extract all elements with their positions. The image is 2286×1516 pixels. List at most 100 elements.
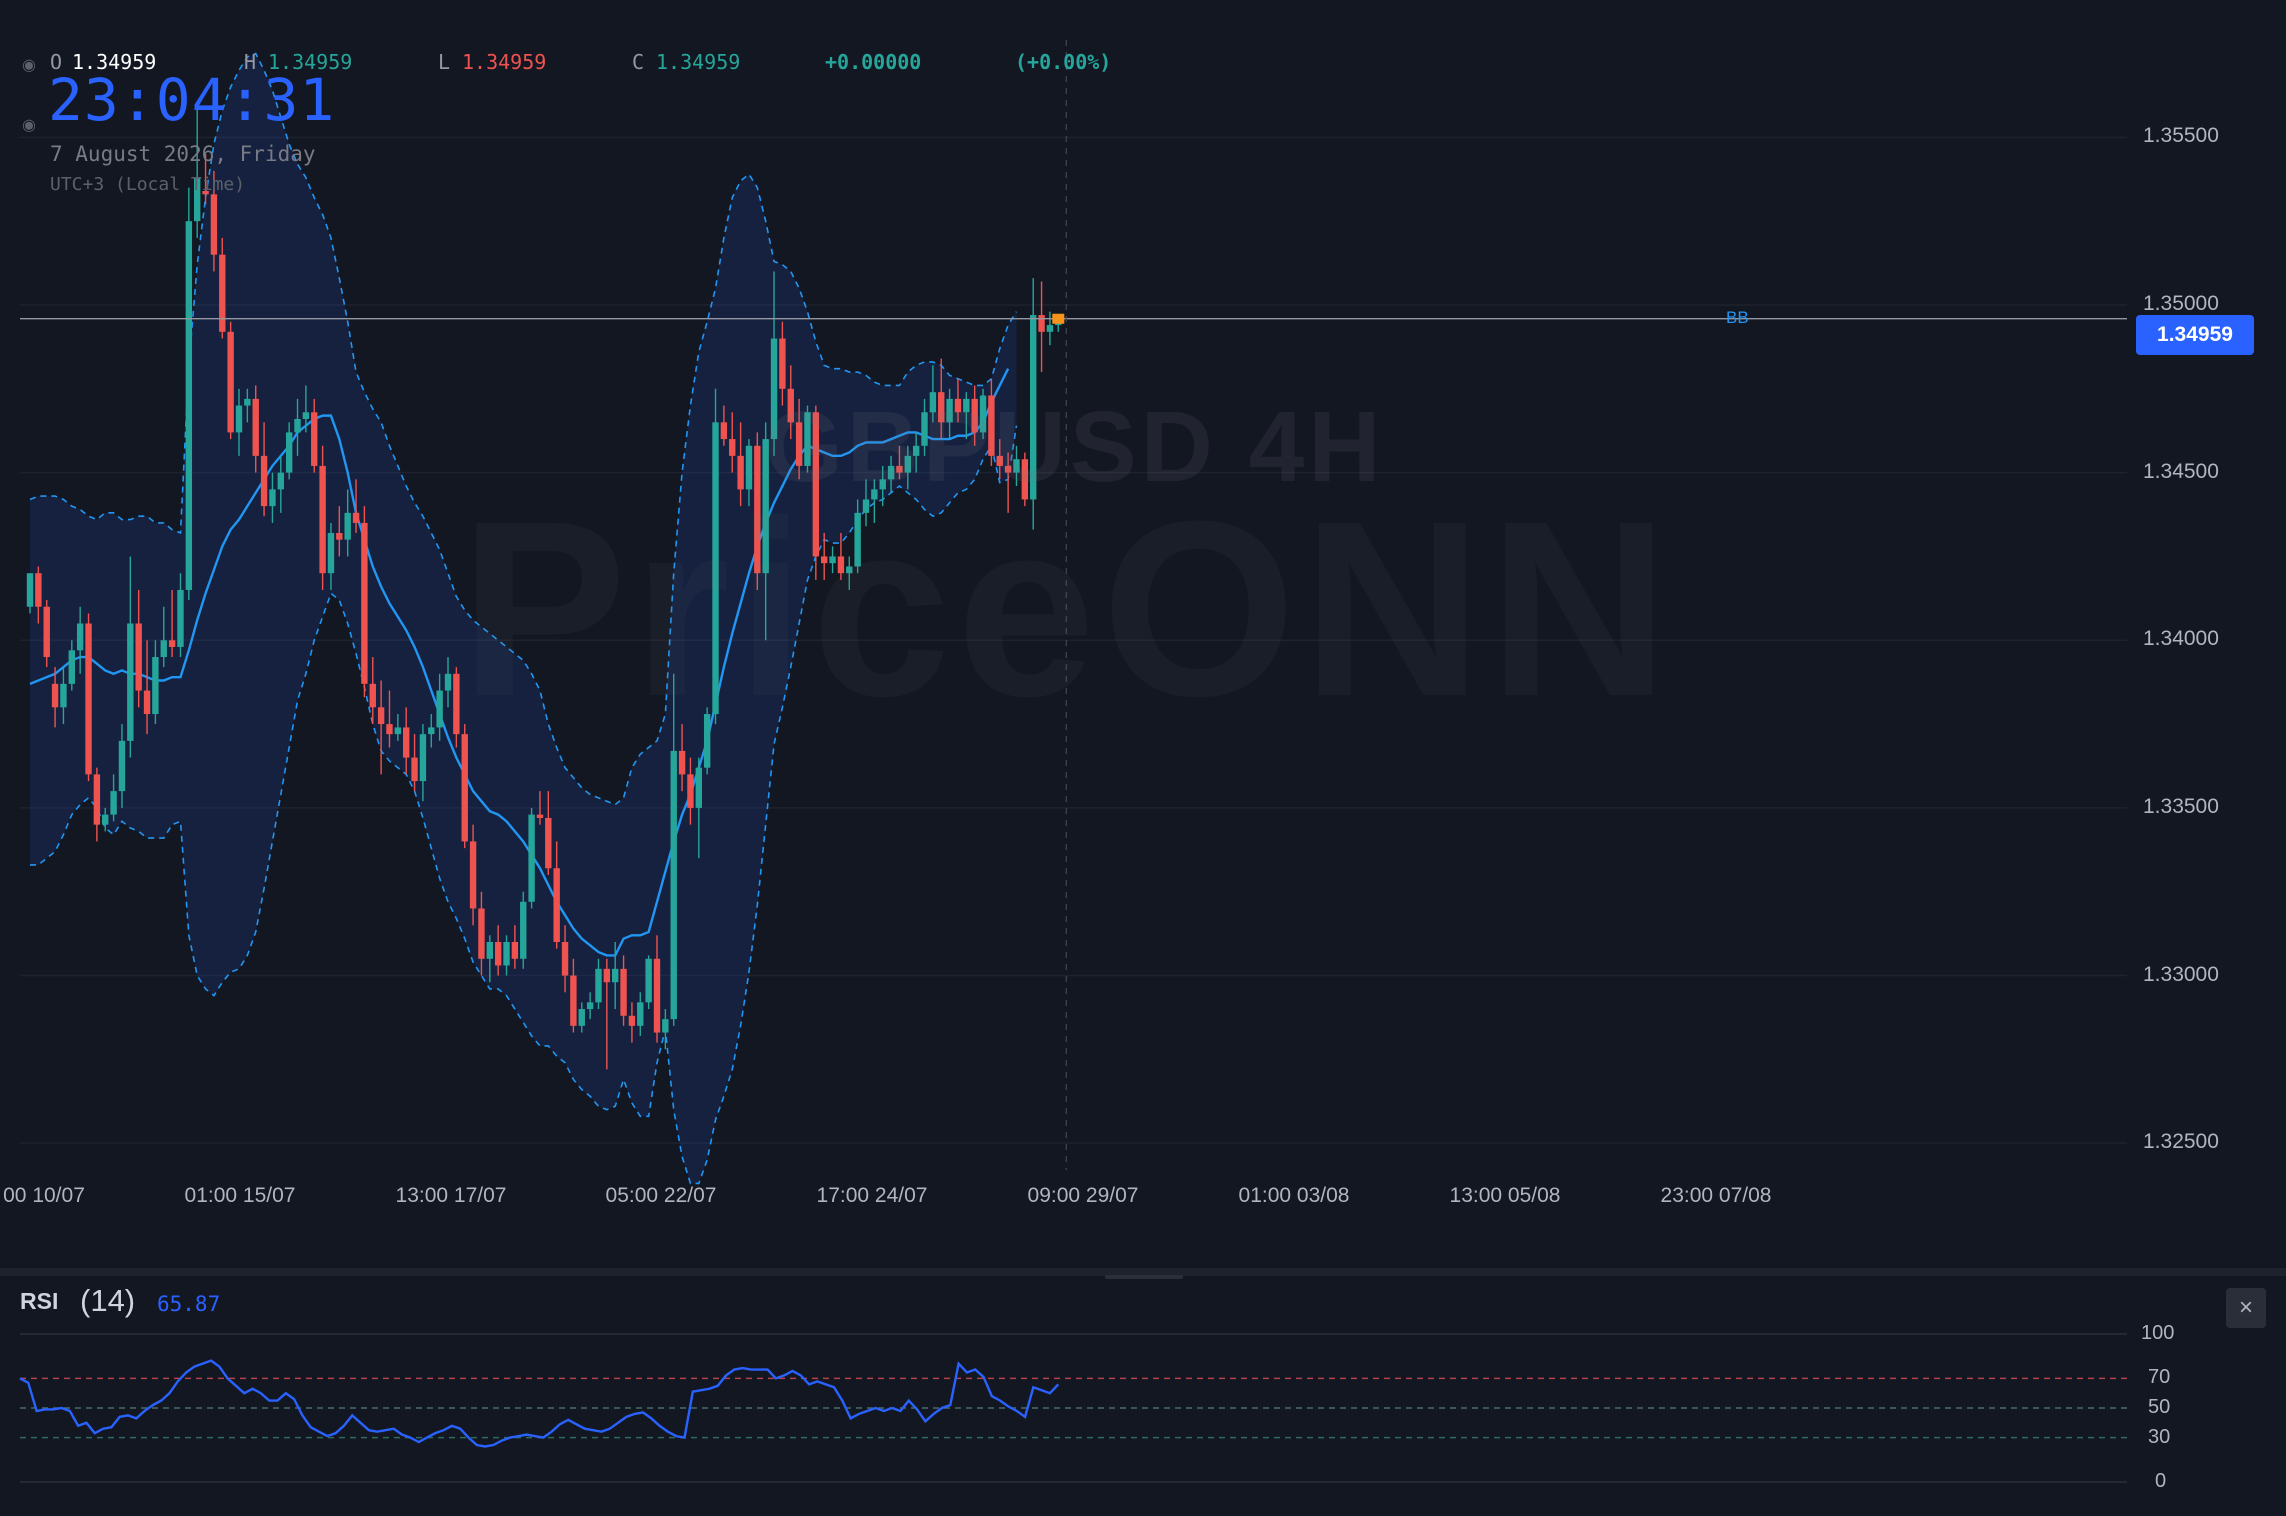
- candle-body: [143, 690, 151, 715]
- candle-body: [344, 512, 351, 540]
- candle-body: [428, 727, 435, 735]
- candle-body: [252, 398, 259, 456]
- candle-body: [578, 1009, 585, 1026]
- candle-body: [871, 489, 878, 500]
- candle-body: [168, 640, 176, 647]
- candle-body: [561, 942, 569, 976]
- candle-body: [946, 398, 953, 423]
- candle: [1030, 278, 1037, 530]
- candle-body: [294, 418, 301, 433]
- candle-body: [812, 412, 820, 557]
- last-candle-marker: [1052, 313, 1065, 324]
- candle-body: [720, 422, 728, 440]
- candle-body: [912, 445, 920, 456]
- candle: [520, 891, 527, 969]
- candle-body: [511, 942, 519, 959]
- candle-body: [653, 958, 661, 1033]
- chart-canvas[interactable]: [0, 0, 2286, 1516]
- candle: [754, 432, 761, 590]
- candle: [93, 767, 101, 842]
- candle-body: [469, 841, 477, 909]
- candle: [528, 807, 535, 909]
- pane-resize-handle: [1105, 1275, 1183, 1279]
- candle-body: [76, 623, 84, 651]
- candle-body: [336, 532, 343, 540]
- candle-body: [737, 455, 744, 490]
- candle-body: [227, 331, 234, 433]
- candle-body: [762, 439, 769, 574]
- candle-body: [235, 405, 243, 433]
- candle-body: [352, 512, 360, 523]
- candle-body: [703, 714, 711, 768]
- candle-body: [829, 556, 836, 564]
- candle-body: [996, 455, 1003, 466]
- candle-body: [1030, 315, 1037, 500]
- candle-body: [202, 190, 209, 195]
- candle-body: [26, 573, 34, 607]
- candle-body: [127, 623, 134, 741]
- candle-body: [185, 221, 193, 590]
- candle-body: [971, 398, 978, 433]
- candle-body: [645, 958, 652, 1003]
- candle-body: [1013, 459, 1020, 473]
- pane-separator: [0, 1268, 2286, 1276]
- candle-body: [712, 422, 719, 715]
- candle-body: [219, 254, 226, 332]
- candle-body: [494, 942, 502, 966]
- candle-body: [102, 814, 109, 825]
- candle-body: [687, 774, 694, 808]
- candle-body: [68, 650, 75, 684]
- rsi-pane: [19, 1333, 2127, 1483]
- candle-body: [670, 750, 677, 1020]
- candle-body: [386, 724, 393, 735]
- candle-body: [586, 1002, 594, 1010]
- close-icon[interactable]: ×: [2226, 1288, 2266, 1328]
- candle-body: [35, 573, 42, 607]
- candle: [804, 405, 811, 473]
- candle-body: [118, 740, 126, 792]
- candle-body: [887, 465, 895, 480]
- candle-body: [319, 465, 326, 574]
- candle-body: [327, 532, 335, 574]
- candle-body: [804, 412, 811, 466]
- candle-body: [85, 623, 92, 775]
- candle-body: [545, 817, 552, 869]
- candle-body: [285, 432, 293, 473]
- candle-body: [152, 657, 159, 715]
- rsi-line: [19, 1359, 1060, 1448]
- candle-body: [436, 690, 443, 728]
- candle-body: [210, 194, 218, 255]
- candle-body: [160, 640, 167, 658]
- candle-body: [93, 774, 101, 825]
- candle-body: [60, 683, 67, 708]
- candle-body: [277, 472, 284, 490]
- candle: [1046, 311, 1054, 346]
- candle-body: [403, 727, 410, 758]
- candle-body: [260, 455, 268, 507]
- candle-body: [612, 968, 619, 983]
- candle-body: [461, 734, 468, 842]
- candle: [319, 445, 326, 590]
- candle: [227, 321, 234, 440]
- chart-overlay: [0, 40, 2286, 1279]
- candle-body: [603, 968, 611, 983]
- candle-body: [135, 623, 142, 691]
- candle: [712, 388, 719, 725]
- candle-body: [244, 398, 251, 406]
- candle: [85, 613, 92, 782]
- candle-body: [929, 392, 937, 413]
- candle-body: [729, 439, 736, 456]
- candle-body: [821, 556, 828, 564]
- candle-body: [528, 814, 535, 902]
- candle-body: [177, 589, 184, 647]
- candle-body: [1046, 325, 1054, 332]
- candle-body: [520, 901, 527, 959]
- candle-body: [904, 455, 911, 473]
- candle-body: [1021, 459, 1029, 500]
- candle-body: [194, 177, 201, 222]
- candle-body: [678, 750, 686, 775]
- candle: [194, 103, 201, 238]
- candle-body: [302, 412, 310, 419]
- candle-body: [536, 814, 544, 818]
- candle-body: [846, 566, 853, 574]
